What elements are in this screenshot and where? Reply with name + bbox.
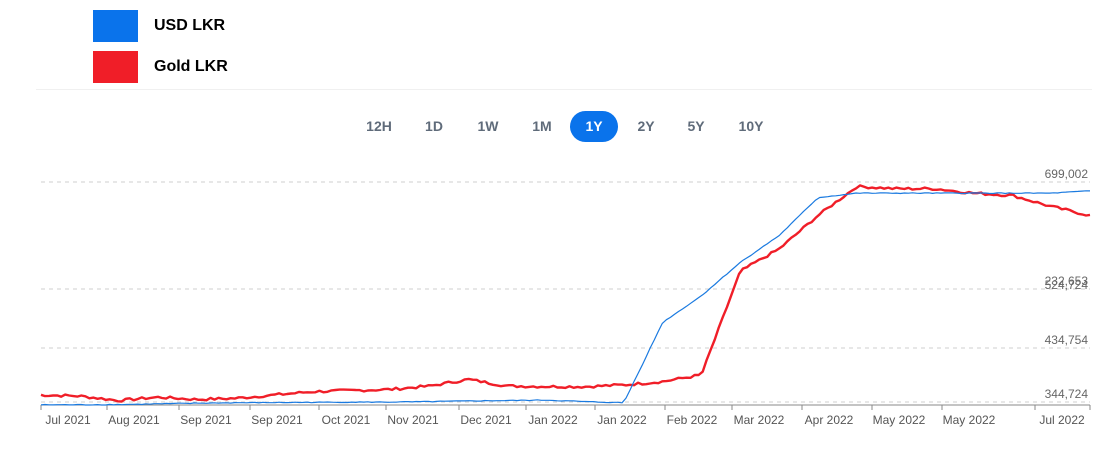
- x-axis-tick-label: Aug 2021: [108, 413, 160, 427]
- range-button-12h[interactable]: 12H: [354, 111, 404, 142]
- range-button-2y[interactable]: 2Y: [622, 111, 670, 142]
- series-line-gold-lkr: [40, 184, 1091, 403]
- x-axis-tick-label: Jul 2021: [45, 413, 91, 427]
- x-axis-tick-label: Apr 2022: [805, 413, 854, 427]
- x-axis-tick-label: Nov 2021: [387, 413, 439, 427]
- legend-swatch-usd-lkr: [93, 10, 138, 42]
- series-lines: [40, 184, 1091, 406]
- line-chart[interactable]: 699,002232,653524,724434,754344,724 Jul …: [0, 150, 1116, 450]
- legend-label-usd-lkr: USD LKR: [154, 17, 226, 34]
- x-axis-tick-label: May 2022: [873, 413, 926, 427]
- legend-item-usd-lkr[interactable]: USD LKR: [93, 10, 225, 42]
- range-button-10y[interactable]: 10Y: [726, 111, 776, 142]
- y-axis-label: 344,724: [1045, 387, 1089, 401]
- y-axis-labels: 699,002232,653524,724434,754344,724: [1045, 167, 1089, 401]
- range-button-5y[interactable]: 5Y: [672, 111, 720, 142]
- x-axis-tick-label: Dec 2021: [460, 413, 512, 427]
- x-axis-tick-label: Sep 2021: [180, 413, 232, 427]
- x-axis-tick-label: Feb 2022: [667, 413, 718, 427]
- divider: [36, 89, 1092, 90]
- x-axis-tick-label: Jan 2022: [597, 413, 647, 427]
- x-axis: Jul 2021 Aug 2021 Sep 2021 Sep 2021 Oct 2021…: [40, 404, 1091, 427]
- legend-item-gold-lkr[interactable]: Gold LKR: [93, 51, 228, 83]
- range-button-1w[interactable]: 1W: [464, 111, 512, 142]
- range-button-1m[interactable]: 1M: [518, 111, 566, 142]
- y-axis-label: 434,754: [1045, 333, 1089, 347]
- x-axis-tick-label: Sep 2021: [251, 413, 303, 427]
- x-axis-tick-label: Jan 2022: [528, 413, 578, 427]
- y-axis-label: 699,002: [1045, 167, 1089, 181]
- range-button-1d[interactable]: 1D: [412, 111, 456, 142]
- legend-label-gold-lkr: Gold LKR: [154, 58, 228, 75]
- x-axis-tick-label: Mar 2022: [734, 413, 785, 427]
- x-axis-tick-label: Jul 2022: [1039, 413, 1085, 427]
- gridlines: [41, 181, 1090, 403]
- y-axis-label: 524,724: [1045, 278, 1089, 292]
- legend-swatch-gold-lkr: [93, 51, 138, 83]
- series-line-usd-lkr: [40, 190, 1091, 406]
- x-axis-tick-label: Oct 2021: [322, 413, 371, 427]
- x-axis-tick-label: May 2022: [943, 413, 996, 427]
- range-button-1y[interactable]: 1Y: [570, 111, 618, 142]
